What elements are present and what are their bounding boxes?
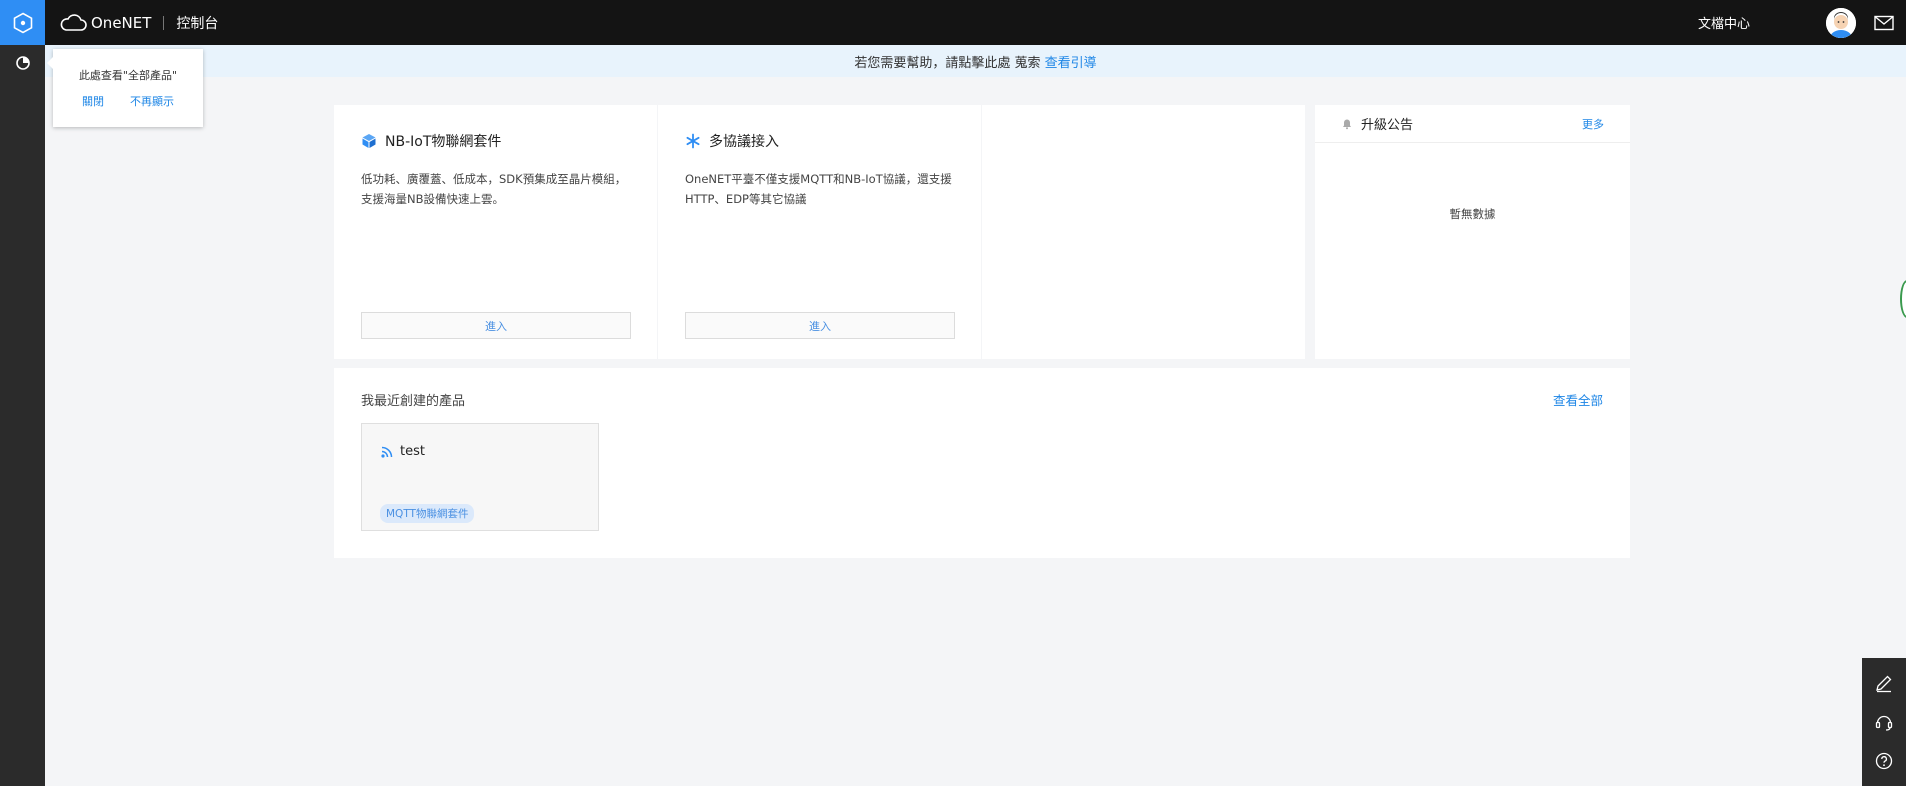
floating-tools bbox=[1862, 658, 1906, 786]
announcement-title: 升級公告 bbox=[1361, 118, 1414, 133]
help-button[interactable] bbox=[1862, 743, 1906, 779]
recent-products-title: 我最近創建的產品 bbox=[361, 394, 466, 409]
suite-card-nbiot: NB-IoT物聯網套件 低功耗、廣覆蓋、低成本，SDK預集成至晶片模組，支援海量… bbox=[334, 105, 657, 359]
sidebar-item-all-products[interactable] bbox=[0, 45, 45, 81]
tip-close-button[interactable]: 關閉 bbox=[82, 93, 104, 109]
bell-icon bbox=[1343, 119, 1351, 129]
all-products-tip: 此處查看"全部產品" 關閉 不再顯示 bbox=[47, 49, 203, 127]
avatar[interactable] bbox=[1826, 7, 1856, 38]
empty-suite-card bbox=[982, 105, 1305, 359]
suite-title-text: NB-IoT物聯網套件 bbox=[385, 134, 502, 150]
mail-icon[interactable] bbox=[1874, 15, 1894, 31]
console-label[interactable]: 控制台 bbox=[176, 13, 218, 33]
asterisk-icon bbox=[686, 133, 700, 149]
edge-float-widget[interactable] bbox=[1900, 280, 1906, 318]
left-sidebar bbox=[0, 45, 45, 786]
tip-dont-show-button[interactable]: 不再顯示 bbox=[130, 93, 174, 109]
headset-icon bbox=[1875, 715, 1893, 731]
home-logo-button[interactable] bbox=[0, 0, 45, 45]
recent-products-panel: 我最近創建的產品 查看全部 test MQTT物聯網套件 bbox=[334, 368, 1630, 558]
recent-products-header: 我最近創建的產品 查看全部 bbox=[361, 390, 1603, 409]
suite-title: NB-IoT物聯網套件 bbox=[361, 131, 630, 151]
brand[interactable]: OneNET 控制台 bbox=[59, 13, 218, 33]
product-name-text: test bbox=[400, 444, 425, 459]
suite-enter-button[interactable]: 進入 bbox=[361, 312, 631, 339]
cube-icon bbox=[362, 134, 376, 148]
announcement-empty-text: 暫無數據 bbox=[1449, 207, 1496, 221]
question-icon bbox=[1875, 752, 1893, 769]
signal-icon bbox=[381, 446, 393, 458]
suite-enter-button[interactable]: 進入 bbox=[685, 312, 955, 339]
user-avatar-icon bbox=[1826, 7, 1856, 38]
suite-description: 低功耗、廣覆蓋、低成本，SDK預集成至晶片模組，支援海量NB設備快速上雲。 bbox=[361, 172, 627, 206]
feedback-button[interactable] bbox=[1862, 665, 1906, 701]
suite-card-multiprotocol: 多協議接入 OneNET平臺不僅支援MQTT和NB-IoT協議，還支援HTTP、… bbox=[658, 105, 981, 359]
product-card[interactable]: test MQTT物聯網套件 bbox=[361, 423, 599, 531]
tip-arrow bbox=[47, 57, 53, 69]
product-tag: MQTT物聯網套件 bbox=[380, 504, 475, 523]
hexagon-icon bbox=[13, 12, 32, 33]
tip-text: 此處查看"全部產品" bbox=[78, 69, 178, 82]
announcement-header: 升級公告 更多 bbox=[1315, 105, 1630, 143]
view-guide-link[interactable]: 查看引導 bbox=[1045, 52, 1097, 71]
top-bar: OneNET 控制台 文檔中心 bbox=[0, 0, 1906, 45]
suite-title-text: 多協議接入 bbox=[709, 134, 779, 150]
help-text: 若您需要幫助，請點擊此處 蒐索 bbox=[854, 55, 1041, 71]
product-name: test bbox=[380, 444, 425, 459]
doc-center-link[interactable]: 文檔中心 bbox=[1698, 13, 1750, 32]
tip-actions: 關閉 不再顯示 bbox=[53, 93, 203, 109]
suite-description: OneNET平臺不僅支援MQTT和NB-IoT協議，還支援HTTP、EDP等其它… bbox=[685, 172, 952, 206]
suite-title: 多協議接入 bbox=[685, 131, 954, 151]
pencil-icon bbox=[1876, 675, 1892, 693]
top-right-actions: 文檔中心 bbox=[1698, 7, 1906, 38]
brand-separator bbox=[163, 15, 165, 30]
announcement-more-link[interactable]: 更多 bbox=[1582, 116, 1604, 132]
customer-service-button[interactable] bbox=[1862, 704, 1906, 740]
brand-name: OneNET bbox=[91, 13, 152, 32]
view-all-link[interactable]: 查看全部 bbox=[1553, 390, 1603, 409]
cloud-logo-icon bbox=[60, 13, 87, 31]
announcement-card: 升級公告 更多 暫無數據 bbox=[1315, 105, 1630, 359]
pie-chart-icon bbox=[15, 56, 30, 70]
help-bar: 若您需要幫助，請點擊此處 蒐索 查看引導 bbox=[45, 45, 1906, 77]
